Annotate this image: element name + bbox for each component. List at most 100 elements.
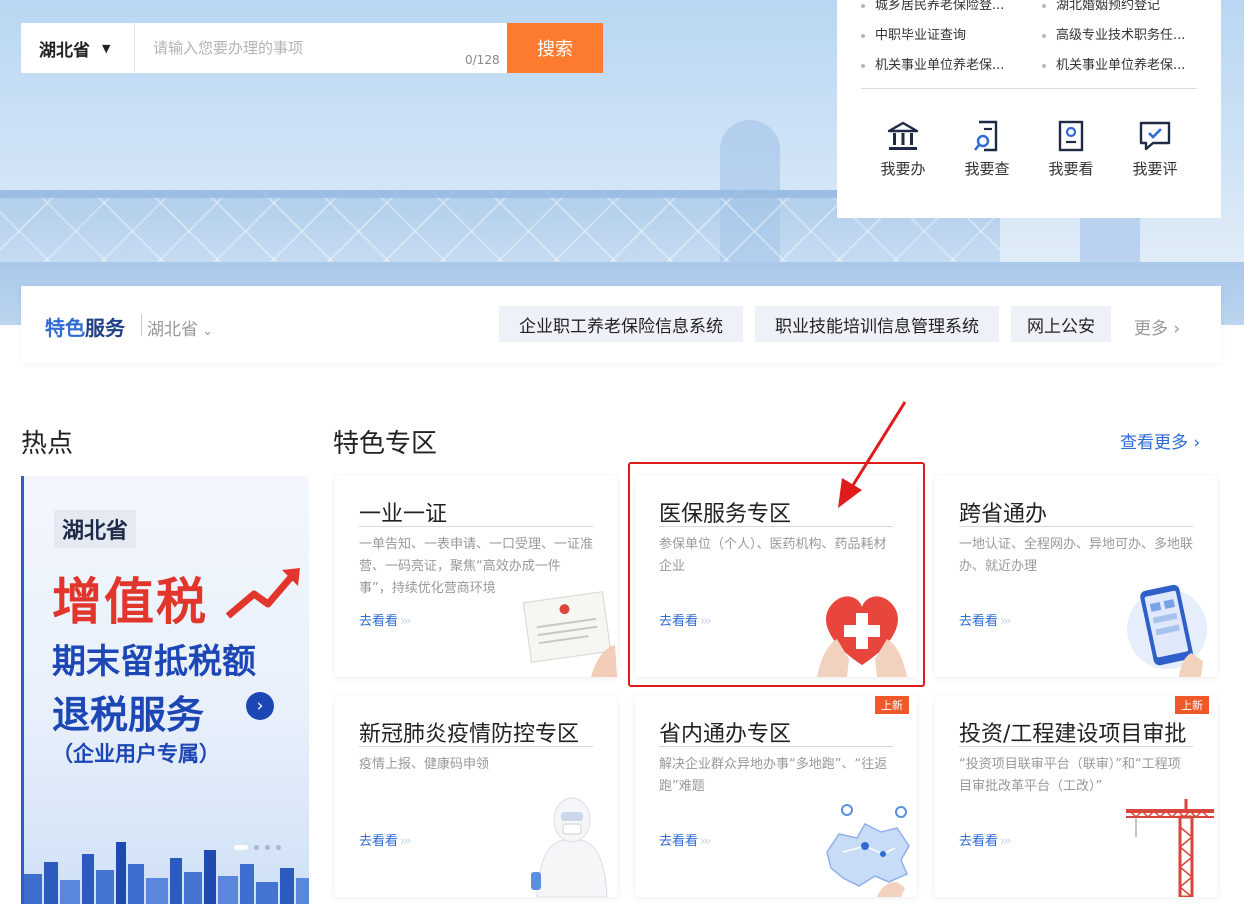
chevron-down-icon: ⌄ xyxy=(198,324,214,339)
action-label: 我要查 xyxy=(964,160,1010,178)
service-tag[interactable]: 企业职工养老保险信息系统 xyxy=(499,306,743,342)
card-go-link[interactable]: 去看看 ››› xyxy=(359,610,412,629)
card-title: 投资/工程建设项目审批 xyxy=(959,722,1187,747)
action-ping[interactable]: 我要评 xyxy=(1120,120,1190,179)
province-map-icon xyxy=(826,804,910,897)
comment-check-icon xyxy=(1139,121,1171,151)
featured-services-bar: 特色服务 湖北省 ⌄ 企业职工养老保险信息系统 职业技能培训信息管理系统 网上公… xyxy=(21,286,1221,363)
card-go-link[interactable]: 去看看 ››› xyxy=(659,830,712,849)
bullet-icon xyxy=(861,63,865,68)
bullet-icon xyxy=(861,3,865,8)
chevron-right-icon[interactable]: › xyxy=(246,692,274,720)
zone-card[interactable]: 上新 省内通办专区 解决企业群众异地办事“多地跑”、“往返跑”难题 去看看 ››› xyxy=(635,696,917,897)
quick-link[interactable]: 中职毕业证查询 xyxy=(861,24,966,43)
go-label: 去看看 xyxy=(359,614,399,629)
panel-divider xyxy=(861,88,1197,89)
triple-chevron-icon: ››› xyxy=(400,614,412,629)
title-separator xyxy=(141,314,142,336)
zone-card[interactable]: 跨省通办 一地认证、全程网办、异地可办、多地联办、就近办理 去看看 ››› xyxy=(935,476,1217,677)
go-label: 去看看 xyxy=(359,834,399,849)
featured-title-b: 服务 xyxy=(85,316,125,340)
triple-chevron-icon: ››› xyxy=(700,834,712,849)
bullet-icon xyxy=(1042,33,1046,38)
quick-link[interactable]: 城乡居民养老保险登... xyxy=(861,0,1004,13)
card-title: 新冠肺炎疫情防控专区 xyxy=(359,722,580,747)
promo-banner[interactable]: 湖北省 增值税 期末留抵税额 退税服务 › （企业用户专属） xyxy=(21,476,309,904)
banner-province: 湖北省 xyxy=(54,510,137,548)
highlight-box xyxy=(628,462,925,687)
card-go-link[interactable]: 去看看 ››› xyxy=(959,830,1012,849)
bank-icon xyxy=(887,121,919,150)
triple-chevron-icon: ››› xyxy=(1000,614,1012,629)
card-desc: 一地认证、全程网办、异地可办、多地联办、就近办理 xyxy=(959,537,1194,574)
zone-card[interactable]: 一业一证 一单告知、一表申请、一口受理、一证准营、一码亮证，聚焦“高效办成一件事… xyxy=(335,476,617,677)
zone-card[interactable]: 新冠肺炎疫情防控专区 疫情上报、健康码申领 去看看 ››› xyxy=(335,696,617,897)
quick-link[interactable]: 机关事业单位养老保... xyxy=(1042,54,1185,73)
quick-link-label: 高级专业技术职务任... xyxy=(1056,28,1186,43)
triple-chevron-icon: ››› xyxy=(1000,834,1012,849)
hot-heading: 热点 xyxy=(21,429,74,459)
action-label: 我要评 xyxy=(1132,160,1178,178)
featured-title: 特色服务 xyxy=(45,312,125,341)
bullet-icon xyxy=(1042,63,1046,68)
card-desc: “投资项目联审平台（联审）”和“工程项目审批改革平台（工改）” xyxy=(959,757,1181,794)
zone-card[interactable]: 上新 投资/工程建设项目审批 “投资项目联审平台（联审）”和“工程项目审批改革平… xyxy=(935,696,1217,897)
construction-crane-icon xyxy=(1126,799,1214,897)
card-divider xyxy=(659,746,893,747)
bullet-icon xyxy=(861,33,865,38)
action-label: 我要看 xyxy=(1048,160,1094,178)
quick-link[interactable]: 高级专业技术职务任... xyxy=(1042,24,1185,43)
card-title: 一业一证 xyxy=(359,502,448,527)
search-button[interactable]: 搜索 xyxy=(507,23,603,73)
province-label: 湖北省 xyxy=(39,40,90,61)
smartphone-icon xyxy=(1127,584,1207,677)
service-tag[interactable]: 网上公安 xyxy=(1011,306,1111,342)
card-divider xyxy=(359,526,593,527)
quick-panel: 城乡居民养老保险登... 湖北婚姻预约登记 中职毕业证查询 高级专业技术职务任.… xyxy=(837,0,1221,218)
region-label: 湖北省 xyxy=(147,320,198,340)
card-go-link[interactable]: 去看看 ››› xyxy=(959,610,1012,629)
banner-line-1: 增值税 xyxy=(52,573,208,631)
search-bar: 湖北省 ▼ 0/128 搜索 xyxy=(21,23,603,73)
featured-title-a: 特色 xyxy=(45,316,85,340)
quick-link-label: 机关事业单位养老保... xyxy=(1056,58,1186,73)
action-label: 我要办 xyxy=(880,160,926,178)
new-badge: 上新 xyxy=(875,696,909,714)
bullet-icon xyxy=(1042,3,1046,8)
protective-suit-icon xyxy=(531,797,608,897)
search-doc-icon xyxy=(973,120,998,152)
card-desc: 疫情上报、健康码申领 xyxy=(359,757,490,772)
quick-link[interactable]: 湖北婚姻预约登记 xyxy=(1042,0,1160,13)
view-doc-icon xyxy=(1058,120,1084,152)
zone-heading: 特色专区 xyxy=(333,429,438,459)
caret-down-icon: ▼ xyxy=(102,41,111,55)
action-cha[interactable]: 我要查 xyxy=(952,120,1022,179)
new-badge: 上新 xyxy=(1175,696,1209,714)
province-selector[interactable]: 湖北省 ▼ xyxy=(21,23,135,73)
go-label: 去看看 xyxy=(959,614,999,629)
banner-line-3: 退税服务 xyxy=(52,693,205,737)
action-kan[interactable]: 我要看 xyxy=(1036,120,1106,179)
card-go-link[interactable]: 去看看 ››› xyxy=(359,830,412,849)
triple-chevron-icon: ››› xyxy=(400,834,412,849)
card-title: 省内通办专区 xyxy=(659,722,792,747)
card-title: 跨省通办 xyxy=(959,502,1048,527)
trend-arrow-icon xyxy=(225,568,300,619)
service-tag[interactable]: 职业技能培训信息管理系统 xyxy=(755,306,999,342)
quick-link-label: 城乡居民养老保险登... xyxy=(875,0,1005,13)
card-desc: 解决企业群众异地办事“多地跑”、“往返跑”难题 xyxy=(659,757,888,794)
license-certificate-icon xyxy=(522,591,617,677)
action-ban[interactable]: 我要办 xyxy=(868,120,938,179)
banner-line-2: 期末留抵税额 xyxy=(52,642,256,682)
char-counter: 0/128 xyxy=(465,53,500,67)
quick-link-label: 湖北婚姻预约登记 xyxy=(1056,0,1161,13)
city-skyline-icon xyxy=(24,842,309,904)
search-input[interactable] xyxy=(135,23,507,73)
card-divider xyxy=(959,746,1193,747)
view-more-link[interactable]: 查看更多 › xyxy=(1120,428,1200,453)
go-label: 去看看 xyxy=(659,834,699,849)
quick-link[interactable]: 机关事业单位养老保... xyxy=(861,54,1004,73)
more-link[interactable]: 更多 › xyxy=(1134,314,1180,339)
region-selector[interactable]: 湖北省 ⌄ xyxy=(147,315,213,340)
go-label: 去看看 xyxy=(959,834,999,849)
